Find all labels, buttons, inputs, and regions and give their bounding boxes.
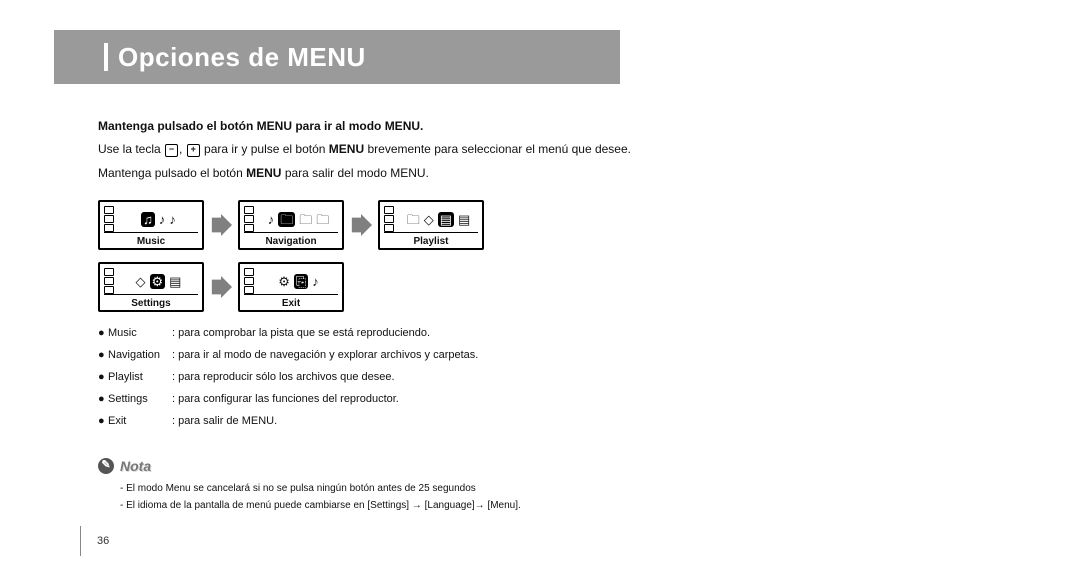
bullet-key: Settings xyxy=(108,392,172,408)
comma: , xyxy=(179,142,186,156)
folder-icon: 🗀 xyxy=(407,213,420,226)
note-icon: ♪ xyxy=(312,275,319,288)
tile-label: Navigation xyxy=(244,232,338,250)
note-icon: ♪ xyxy=(169,213,176,226)
folder-icon: 🗀 xyxy=(299,213,312,226)
tile-navigation: ♪ 🗀 🗀 🗀 Navigation xyxy=(238,200,344,250)
folder-icon: 🗀 xyxy=(316,213,329,226)
arrow-right-icon xyxy=(210,214,232,236)
exit-menu: MENU xyxy=(246,166,281,180)
gear-icon: ⚙ xyxy=(150,274,166,289)
exit-b: para salir del modo MENU. xyxy=(285,166,429,180)
title-wrap: Opciones de MENU xyxy=(0,0,1080,84)
nota-head: ✎ Nota xyxy=(98,456,658,476)
bullet-icon: ● xyxy=(98,414,108,430)
tile-icons: ♫ ♪ ♪ xyxy=(119,212,198,227)
usage-a: Use la tecla xyxy=(98,142,164,156)
exit-line: Mantenga pulsado el botón MENU para sali… xyxy=(98,165,658,182)
page-icon: ▤ xyxy=(169,275,181,288)
minus-icon: − xyxy=(165,144,178,157)
lead-line: Mantenga pulsado el botón MENU para ir a… xyxy=(98,118,658,135)
side-indicators xyxy=(104,206,114,232)
manual-page: Opciones de MENU Mantenga pulsado el bot… xyxy=(0,0,1080,586)
tile-label: Playlist xyxy=(384,232,478,250)
page-title: Opciones de MENU xyxy=(118,42,366,73)
arrow-right-icon xyxy=(350,214,372,236)
usage-b: para ir y pulse el botón xyxy=(204,142,329,156)
tile-body: ⚙ ⎘ ♪ xyxy=(244,268,338,294)
bullet-key: Exit xyxy=(108,414,172,430)
list-item: ● Exit : para salir de MENU. xyxy=(98,414,658,430)
list-item: ● Settings : para configurar las funcion… xyxy=(98,392,658,408)
bullet-icon: ● xyxy=(98,348,108,364)
list-item: ● Playlist : para reproducir sólo los ar… xyxy=(98,370,658,386)
title-divider xyxy=(104,43,108,71)
page-icon: ▤ xyxy=(458,213,470,226)
tile-playlist: 🗀 ◇ ▤ ▤ Playlist xyxy=(378,200,484,250)
side-indicators xyxy=(244,268,254,294)
nota-item: - El idioma de la pantalla de menú puede… xyxy=(120,499,658,514)
list-item: ● Navigation : para ir al modo de navega… xyxy=(98,348,658,364)
exit-a: Mantenga pulsado el botón xyxy=(98,166,246,180)
nota-item: - El modo Menu se cancelará si no se pul… xyxy=(120,482,658,497)
bullet-val: : para salir de MENU. xyxy=(172,414,658,430)
tile-icons: ◇ ⚙ ▤ xyxy=(119,274,198,289)
page-number-value: 36 xyxy=(97,535,109,547)
bullet-val: : para configurar las funciones del repr… xyxy=(172,392,658,408)
nota-title: Nota xyxy=(120,456,151,476)
folder-icon: 🗀 xyxy=(278,212,295,227)
bullet-icon: ● xyxy=(98,370,108,386)
side-indicators xyxy=(244,206,254,232)
gear-icon: ⚙ xyxy=(278,275,290,288)
tile-icons: ♪ 🗀 🗀 🗀 xyxy=(259,212,338,227)
page-icon: ▤ xyxy=(438,212,454,227)
bullet-val: : para reproducir sólo los archivos que … xyxy=(172,370,658,386)
plus-icon: + xyxy=(187,144,200,157)
usage-menu: MENU xyxy=(329,142,364,156)
title-bar: Opciones de MENU xyxy=(54,30,620,84)
bullet-key: Music xyxy=(108,326,172,342)
side-indicators xyxy=(104,268,114,294)
bullet-icon: ● xyxy=(98,392,108,408)
tile-exit: ⚙ ⎘ ♪ Exit xyxy=(238,262,344,312)
list-item: ● Music : para comprobar la pista que se… xyxy=(98,326,658,342)
exit-icon: ⎘ xyxy=(294,274,308,289)
side-indicators xyxy=(384,206,394,232)
tile-label: Settings xyxy=(104,294,198,312)
diamond-icon: ◇ xyxy=(136,275,146,288)
page-number: 36 xyxy=(80,526,109,556)
bullet-key: Navigation xyxy=(108,348,172,364)
content: Mantenga pulsado el botón MENU para ir a… xyxy=(0,84,658,513)
usage-line: Use la tecla −, + para ir y pulse el bot… xyxy=(98,141,658,158)
diamond-icon: ◇ xyxy=(424,213,434,226)
bullet-icon: ● xyxy=(98,326,108,342)
note-icon: ♪ xyxy=(268,213,275,226)
nota-section: ✎ Nota - El modo Menu se cancelará si no… xyxy=(98,456,658,513)
pencil-icon: ✎ xyxy=(98,458,114,474)
arrow-right-icon xyxy=(210,276,232,298)
bullet-list: ● Music : para comprobar la pista que se… xyxy=(98,326,658,430)
tile-settings: ◇ ⚙ ▤ Settings xyxy=(98,262,204,312)
tile-body: 🗀 ◇ ▤ ▤ xyxy=(384,206,478,232)
tile-music: ♫ ♪ ♪ Music xyxy=(98,200,204,250)
nota-list: - El modo Menu se cancelará si no se pul… xyxy=(98,482,658,513)
tile-label: Exit xyxy=(244,294,338,312)
bullet-key: Playlist xyxy=(108,370,172,386)
note-icon: ♪ xyxy=(159,213,166,226)
menu-tiles: ♫ ♪ ♪ Music ♪ 🗀 🗀 🗀 xyxy=(98,200,658,312)
tile-body: ♪ 🗀 🗀 🗀 xyxy=(244,206,338,232)
tile-icons: ⚙ ⎘ ♪ xyxy=(259,274,338,289)
tile-body: ♫ ♪ ♪ xyxy=(104,206,198,232)
tile-label: Music xyxy=(104,232,198,250)
music-icon: ♫ xyxy=(141,212,155,227)
usage-c: brevemente para seleccionar el menú que … xyxy=(367,142,631,156)
bullet-val: : para ir al modo de navegación y explor… xyxy=(172,348,658,364)
tile-icons: 🗀 ◇ ▤ ▤ xyxy=(399,212,478,227)
tile-body: ◇ ⚙ ▤ xyxy=(104,268,198,294)
menu-tiles-row2: ◇ ⚙ ▤ Settings ⚙ ⎘ xyxy=(98,262,344,312)
bullet-val: : para comprobar la pista que se está re… xyxy=(172,326,658,342)
